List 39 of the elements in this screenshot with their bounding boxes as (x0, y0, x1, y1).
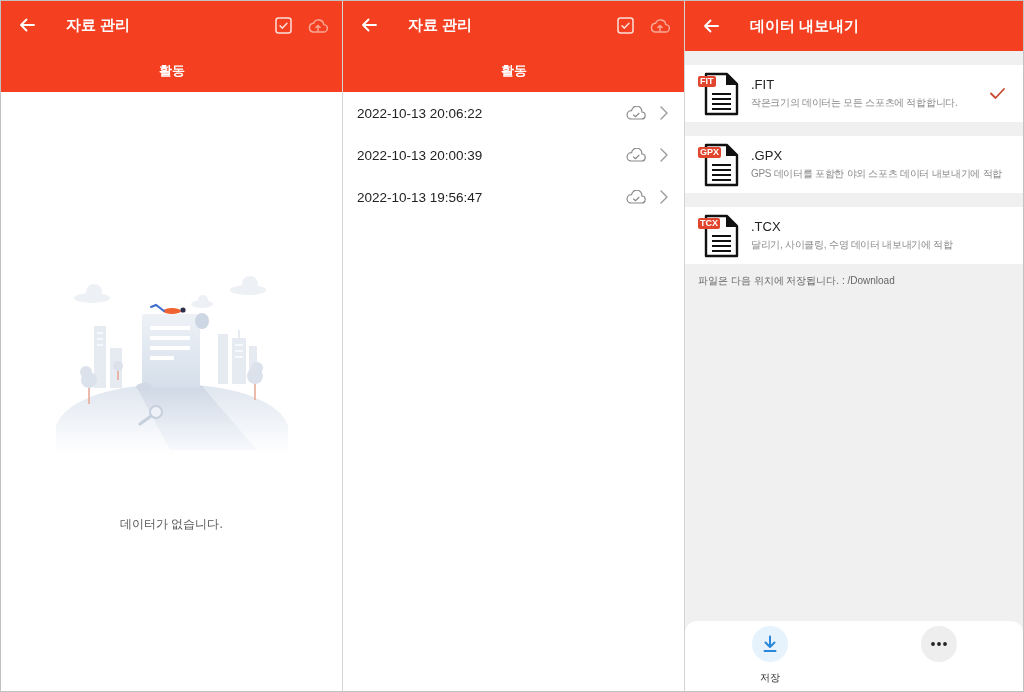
cloud-upload-icon (308, 17, 328, 33)
tab[interactable]: 활동 (150, 57, 193, 84)
more-icon (920, 626, 957, 662)
format-badge: TCX (698, 217, 720, 229)
cloud-check-icon (626, 106, 646, 120)
arrow-left-icon (19, 18, 35, 32)
chevron-right-icon[interactable] (660, 106, 668, 120)
format-option[interactable]: FIT .FIT 작은크기의 데이터는 모든 스포츠에 적합합니다. (685, 65, 1023, 122)
cloud-upload-icon (650, 17, 670, 33)
record-time[interactable]: 2022-10-13 19:56:47 (357, 189, 612, 205)
more-button[interactable] (920, 626, 957, 662)
record-time[interactable]: 2022-10-13 20:06:22 (357, 105, 612, 121)
format-name: .TCX (751, 219, 782, 234)
arrow-left-icon (361, 18, 377, 32)
format-name: .GPX (751, 148, 784, 163)
format-description: 작은크기의 데이터는 모든 스포츠에 적합합니다. (751, 96, 959, 110)
save-location-note: 파일은 다음 위치에 저장됩니다. : /Download (697, 274, 896, 288)
chevron-right-icon[interactable] (660, 148, 668, 162)
format-option[interactable]: TCX .TCX 달리기, 사이클링, 수영 데이터 내보내기에 적합 (685, 207, 1023, 264)
format-badge: GPX (698, 146, 721, 158)
screen-title: 자료 관리 (66, 15, 132, 35)
screen-title: 데이터 내보내기 (750, 16, 861, 36)
arrow-left-icon (703, 19, 719, 33)
format-badge: FIT (698, 75, 716, 87)
download-icon (751, 626, 788, 662)
chevron-right-icon[interactable] (660, 190, 668, 204)
cloud-check-icon (626, 148, 646, 162)
checkbox-icon (275, 16, 292, 34)
format-description: GPS 데이터를 포함한 야외 스포츠 데이터 내보내기에 적합 (751, 167, 1003, 181)
checkbox-icon (617, 16, 634, 34)
format-description: 달리기, 사이클링, 수영 데이터 내보내기에 적합 (751, 238, 954, 252)
format-option[interactable]: GPX .GPX GPS 데이터를 포함한 야외 스포츠 데이터 내보내기에 적합 (685, 136, 1023, 193)
record-time[interactable]: 2022-10-13 20:00:39 (357, 147, 612, 163)
screen-title: 자료 관리 (408, 15, 474, 35)
empty-message: 데이터가 없습니다. (120, 516, 223, 533)
format-name: .FIT (751, 77, 776, 92)
cloud-check-icon (626, 190, 646, 204)
tab[interactable]: 활동 (492, 57, 535, 84)
save-button[interactable]: 저장 (751, 626, 788, 685)
